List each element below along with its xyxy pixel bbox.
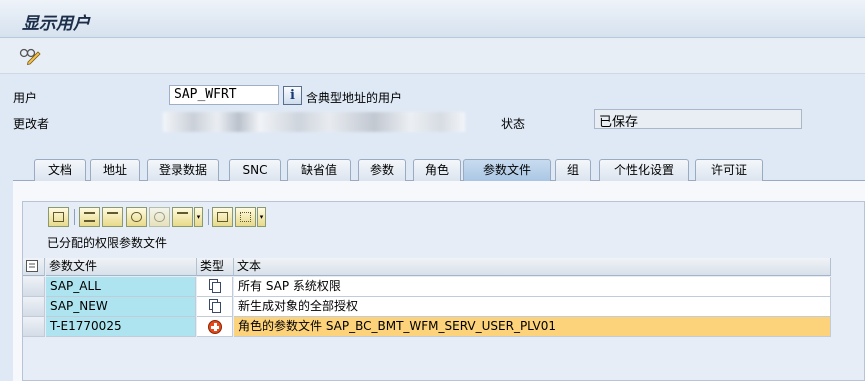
application-toolbar (0, 38, 865, 74)
text-cell: 所有 SAP 系统权限 (234, 277, 831, 297)
row-selector[interactable] (23, 317, 45, 337)
profile-cell[interactable]: SAP_NEW (46, 297, 196, 317)
changed-by-value-redacted (163, 112, 465, 132)
column-header-profile[interactable]: 参数文件 (46, 258, 197, 276)
table-row[interactable]: SAP_ALL 所有 SAP 系统权限 (23, 277, 831, 297)
table-title: 已分配的权限参数文件 (47, 236, 168, 250)
user-label: 用户 (13, 91, 38, 105)
user-note: 含典型地址的用户 (306, 91, 403, 105)
row-selector[interactable] (23, 297, 45, 317)
type-cell (197, 297, 233, 317)
sort-ascending-icon[interactable] (79, 207, 100, 227)
find-next-icon[interactable] (149, 207, 170, 227)
filter-dropdown-icon[interactable]: ▾ (194, 207, 203, 227)
changed-by-label: 更改者 (13, 117, 50, 131)
print-icon[interactable] (212, 207, 233, 227)
text-cell: 角色的参数文件 SAP_BC_BMT_WFM_SERV_USER_PLV01 (234, 317, 831, 337)
role-icon (207, 320, 222, 334)
sort-descending-icon[interactable] (102, 207, 123, 227)
tab-groups[interactable]: 组 (555, 159, 591, 181)
select-all-icon[interactable] (23, 258, 45, 276)
tab-defaults[interactable]: 缺省值 (287, 159, 351, 181)
tab-profiles[interactable]: 参数文件 (463, 159, 551, 182)
column-header-type[interactable]: 类型 (197, 258, 234, 276)
document-icon (208, 299, 222, 314)
profile-cell[interactable]: T-E1770025 (46, 317, 196, 337)
info-icon[interactable]: i (283, 86, 302, 105)
details-icon[interactable] (48, 207, 69, 227)
display-change-icon[interactable] (18, 47, 42, 65)
tab-parameters[interactable]: 参数 (358, 159, 406, 181)
page-title: 显示用户 (22, 14, 90, 34)
row-selector[interactable] (23, 277, 45, 297)
user-field[interactable]: SAP_WFRT (169, 85, 279, 105)
status-field: 已保存 (594, 109, 802, 130)
column-header-text[interactable]: 文本 (234, 258, 831, 276)
tab-licenses[interactable]: 许可证 (695, 159, 763, 181)
layout-icon[interactable] (235, 207, 256, 227)
title-bar: 显示用户 (0, 0, 865, 38)
filter-icon[interactable] (172, 207, 193, 227)
find-icon[interactable] (126, 207, 147, 227)
layout-dropdown-icon[interactable]: ▾ (257, 207, 266, 227)
tab-address[interactable]: 地址 (90, 159, 140, 181)
type-cell (197, 277, 233, 297)
toolbar-separator (208, 209, 209, 225)
tab-snc[interactable]: SNC (229, 159, 281, 181)
type-cell (197, 317, 233, 337)
tab-roles[interactable]: 角色 (413, 159, 461, 181)
table-row[interactable]: T-E1770025 角色的参数文件 SAP_BC_BMT_WFM_SERV_U… (23, 317, 831, 337)
toolbar-separator (74, 209, 75, 225)
profile-cell[interactable]: SAP_ALL (46, 277, 196, 297)
tab-logon-data[interactable]: 登录数据 (147, 159, 219, 181)
document-icon (208, 279, 222, 294)
tab-documents[interactable]: 文档 (34, 159, 86, 181)
text-cell: 新生成对象的全部授权 (234, 297, 831, 317)
status-label: 状态 (501, 117, 526, 131)
tab-personalization[interactable]: 个性化设置 (599, 159, 689, 181)
table-row[interactable]: SAP_NEW 新生成对象的全部授权 (23, 297, 831, 317)
